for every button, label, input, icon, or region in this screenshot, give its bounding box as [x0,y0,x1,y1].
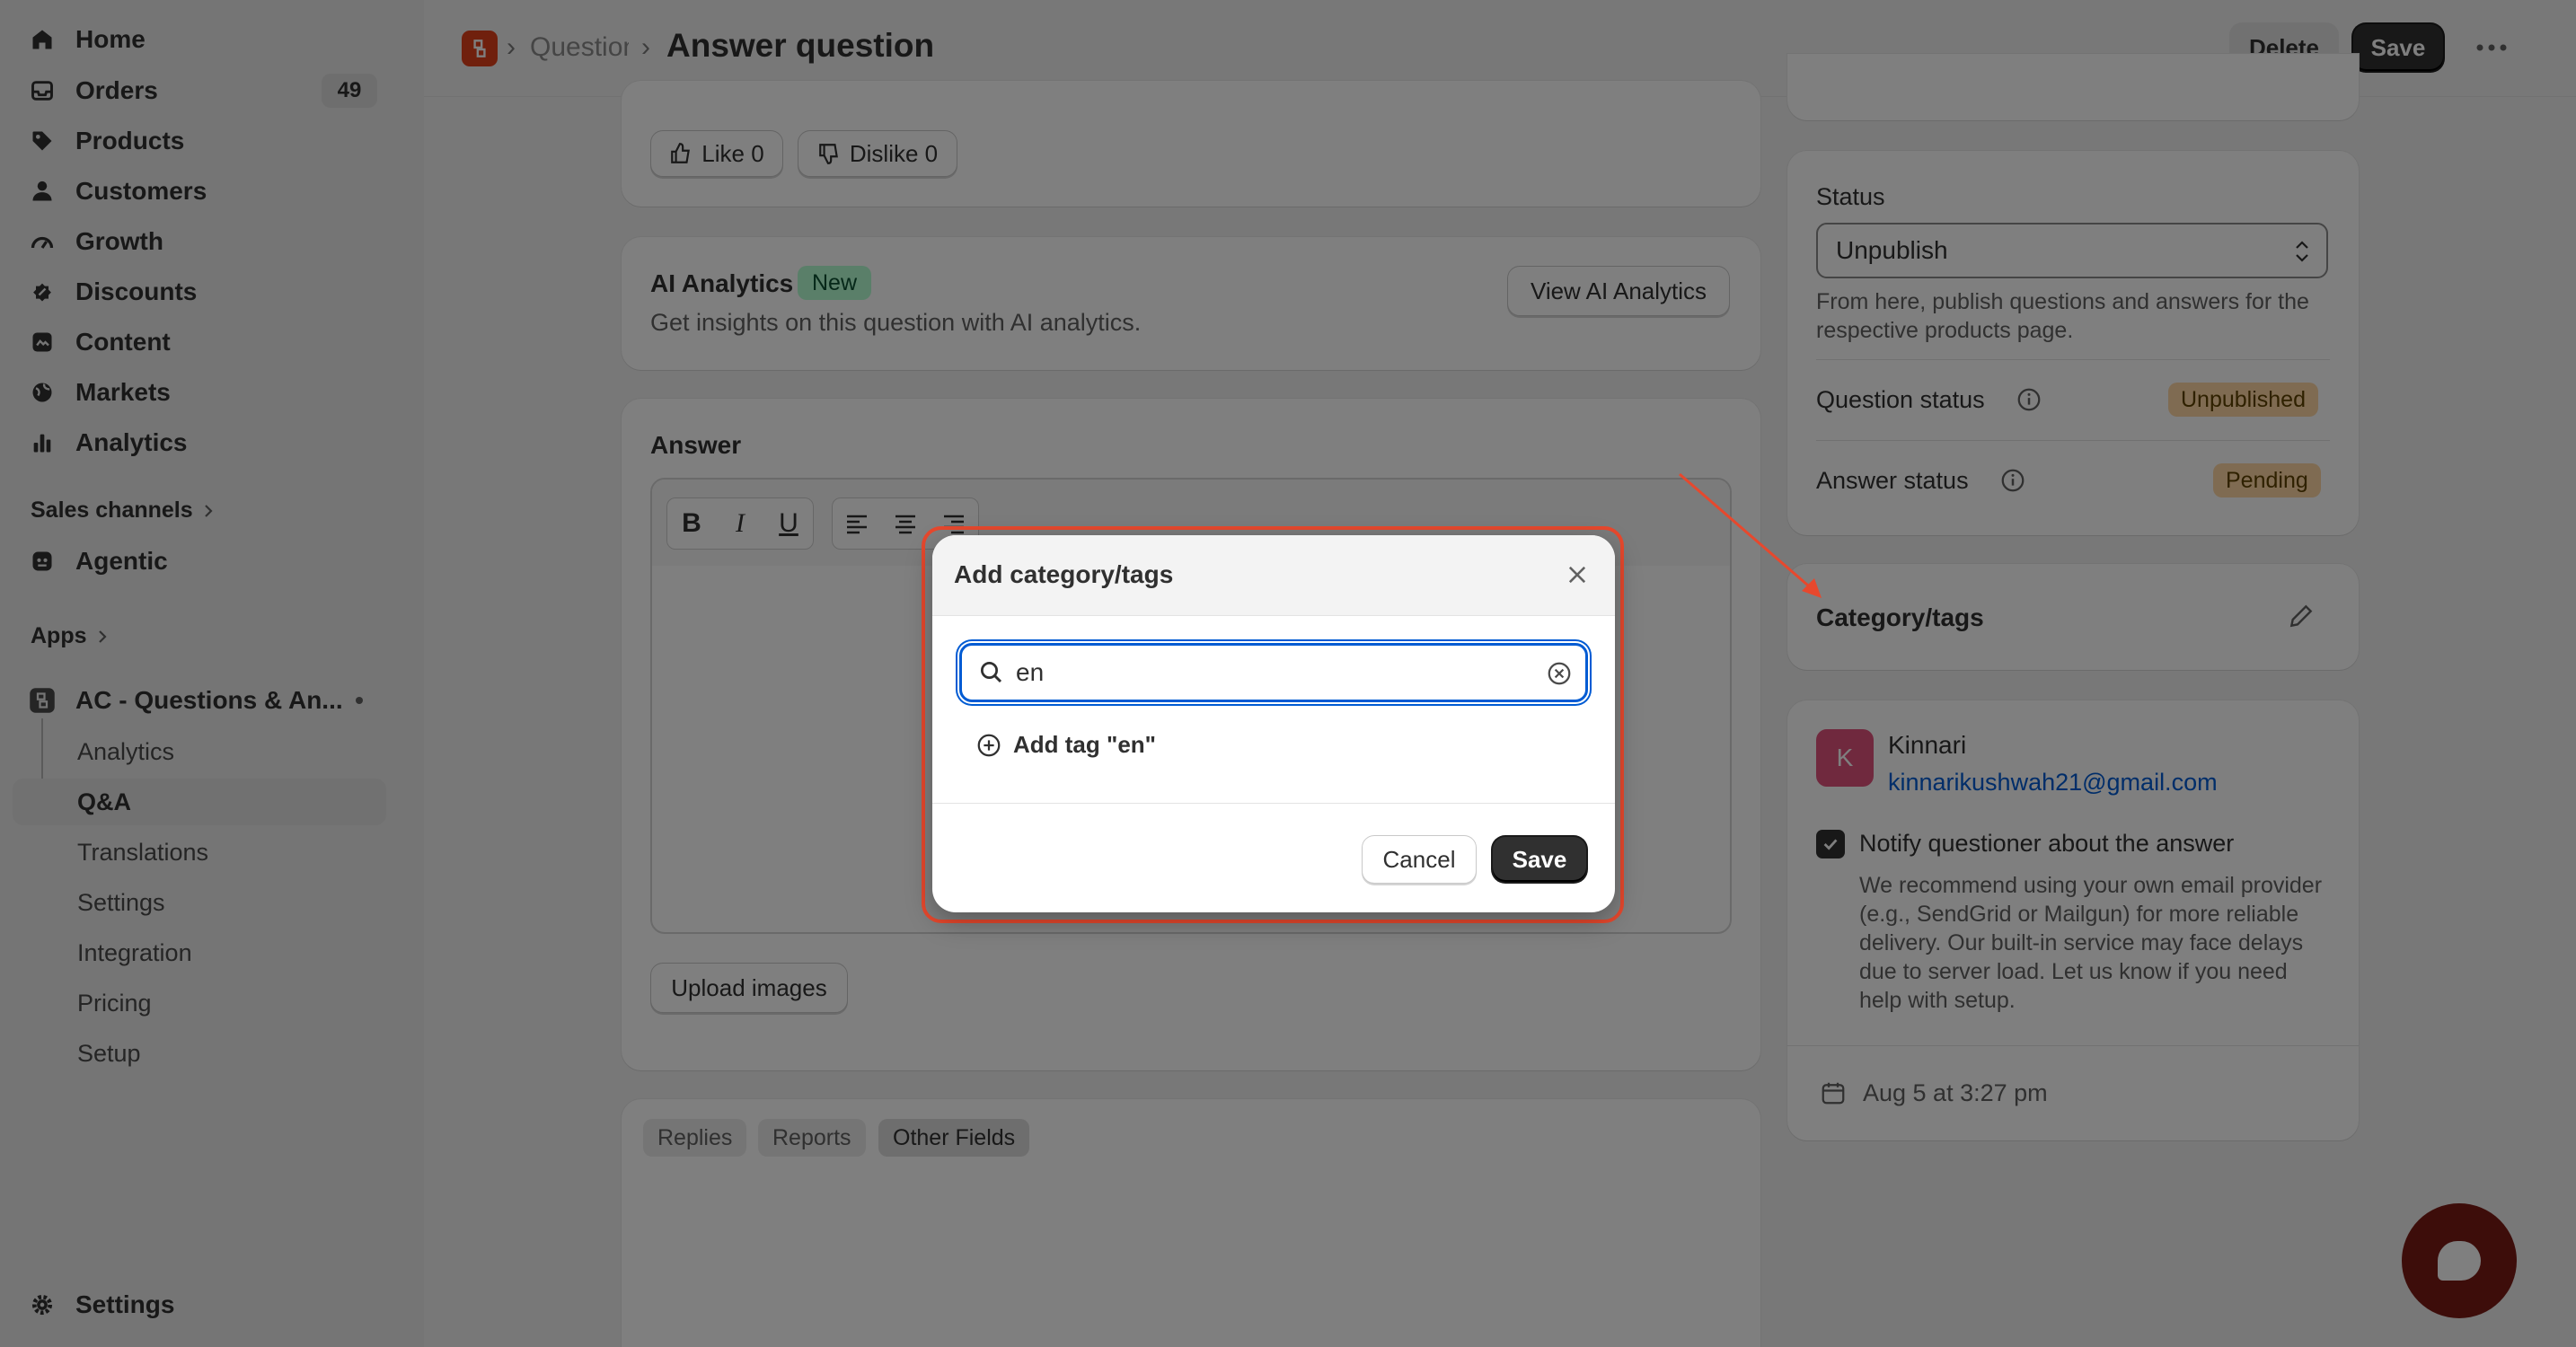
search-icon [978,659,1005,686]
close-icon[interactable] [1561,559,1593,591]
cancel-button[interactable]: Cancel [1362,835,1477,884]
modal-title: Add category/tags [954,560,1174,588]
modal-save-button[interactable]: Save [1493,837,1586,882]
clear-input-icon[interactable] [1546,660,1573,687]
modal-footer-divider [932,803,1615,804]
plus-circle-icon [975,732,1002,759]
tag-search-field[interactable] [1016,653,1519,692]
modal-header: Add category/tags [932,535,1615,616]
annotation-arrow [1679,472,1822,598]
tag-search-input[interactable] [959,643,1588,702]
add-category-modal: Add category/tags Add tag "en" Cancel Sa… [932,535,1615,912]
add-tag-option[interactable]: Add tag "en" [975,731,1156,759]
